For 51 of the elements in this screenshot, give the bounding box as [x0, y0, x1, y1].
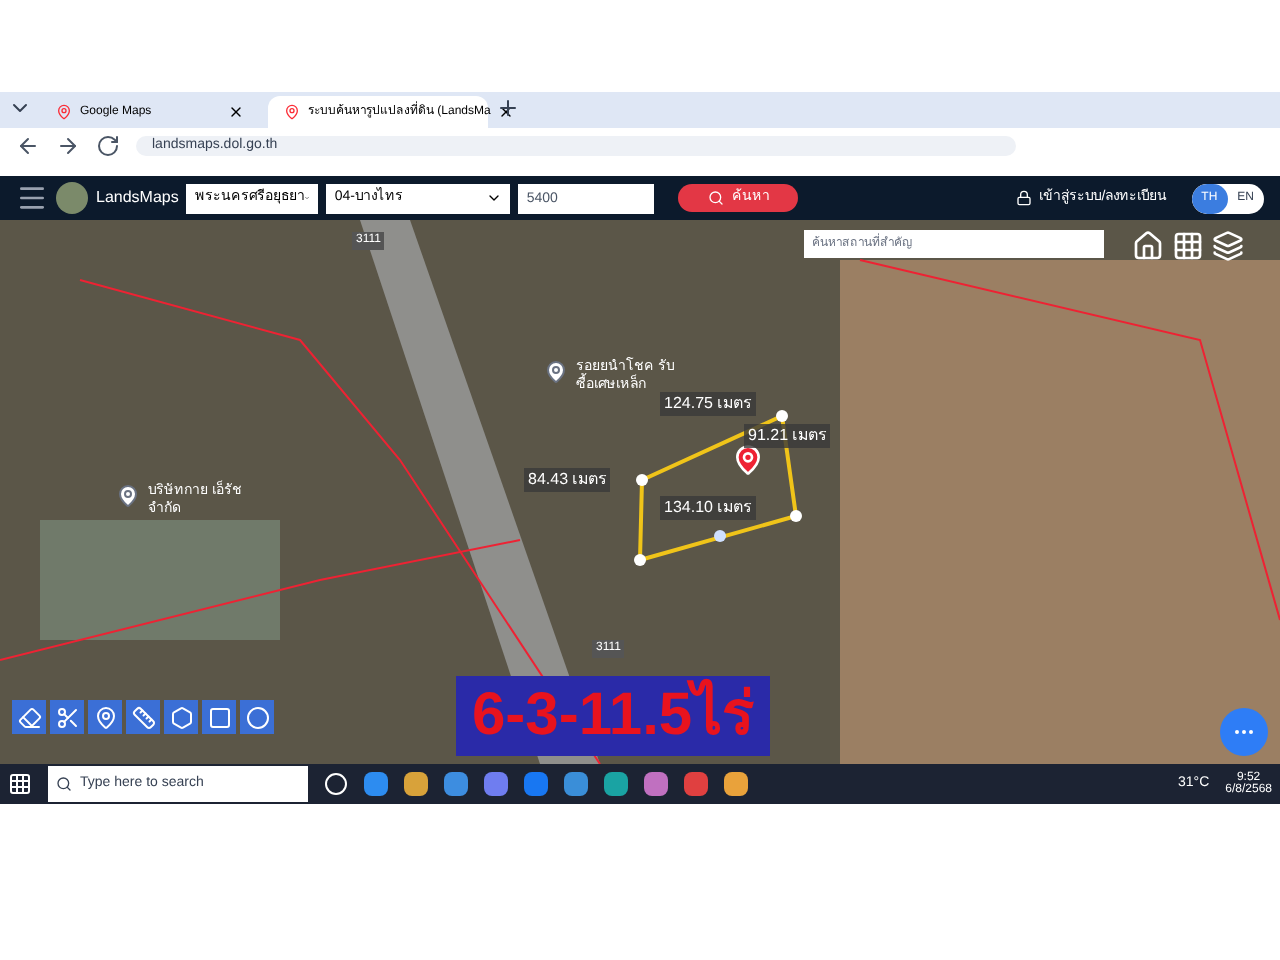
draw-tool-button[interactable] [240, 700, 274, 734]
draw-tool-button[interactable] [126, 700, 160, 734]
taskbar-app-icon[interactable] [364, 772, 388, 796]
forward-icon[interactable] [56, 134, 80, 158]
square-icon [207, 705, 231, 729]
reload-icon[interactable] [96, 134, 120, 158]
layers-icon[interactable] [1212, 230, 1244, 262]
close-icon[interactable] [228, 104, 244, 120]
pin-icon [284, 104, 300, 120]
taskbar-app-icon[interactable] [684, 772, 708, 796]
task-view-icon[interactable] [324, 772, 348, 796]
pin-icon [93, 705, 117, 729]
hexagon-icon [169, 705, 193, 729]
search-icon [56, 776, 72, 792]
taskbar-app-icon[interactable] [724, 772, 748, 796]
search-icon [707, 190, 724, 206]
taskbar-app-icon[interactable] [524, 772, 548, 796]
draw-tool-button[interactable] [50, 700, 84, 734]
lock-icon [1015, 190, 1032, 206]
draw-tool-button[interactable] [202, 700, 236, 734]
taskbar-app-icon[interactable] [444, 772, 468, 796]
start-icon[interactable] [8, 772, 32, 796]
area-caption: 6-3-11.5ไร่ [456, 676, 771, 756]
place-pin-icon [116, 484, 140, 508]
taskbar-app-icon[interactable] [644, 772, 668, 796]
distance-label: 84.43 เมตร [524, 468, 611, 492]
taskbar-app-icon[interactable] [484, 772, 508, 796]
taskbar-app-icon[interactable] [404, 772, 428, 796]
draw-tool-button[interactable] [88, 700, 122, 734]
logo-icon [56, 182, 88, 214]
draw-tool-button[interactable] [164, 700, 198, 734]
place-pin-icon [544, 360, 568, 384]
back-icon[interactable] [16, 134, 40, 158]
home-icon[interactable] [1132, 230, 1164, 262]
close-icon[interactable] [498, 104, 515, 120]
circle-icon [245, 705, 269, 729]
distance-label: 91.21 เมตร [744, 424, 831, 448]
scissors-icon [55, 705, 79, 729]
grid-icon[interactable] [1172, 230, 1204, 262]
ruler-icon [131, 705, 155, 729]
menu-icon[interactable] [16, 182, 48, 214]
taskbar-app-icon[interactable] [564, 772, 588, 796]
dropdown-caret-icon [486, 190, 503, 206]
eraser-icon [17, 705, 41, 729]
distance-label: 124.75 เมตร [660, 392, 756, 416]
new-tab-icon[interactable] [496, 96, 520, 120]
draw-tool-button[interactable] [12, 700, 46, 734]
pin-icon [56, 104, 72, 120]
distance-label: 134.10 เมตร [660, 496, 756, 520]
taskbar-app-icon[interactable] [604, 772, 628, 796]
brand-name: LandsMaps [96, 186, 179, 210]
